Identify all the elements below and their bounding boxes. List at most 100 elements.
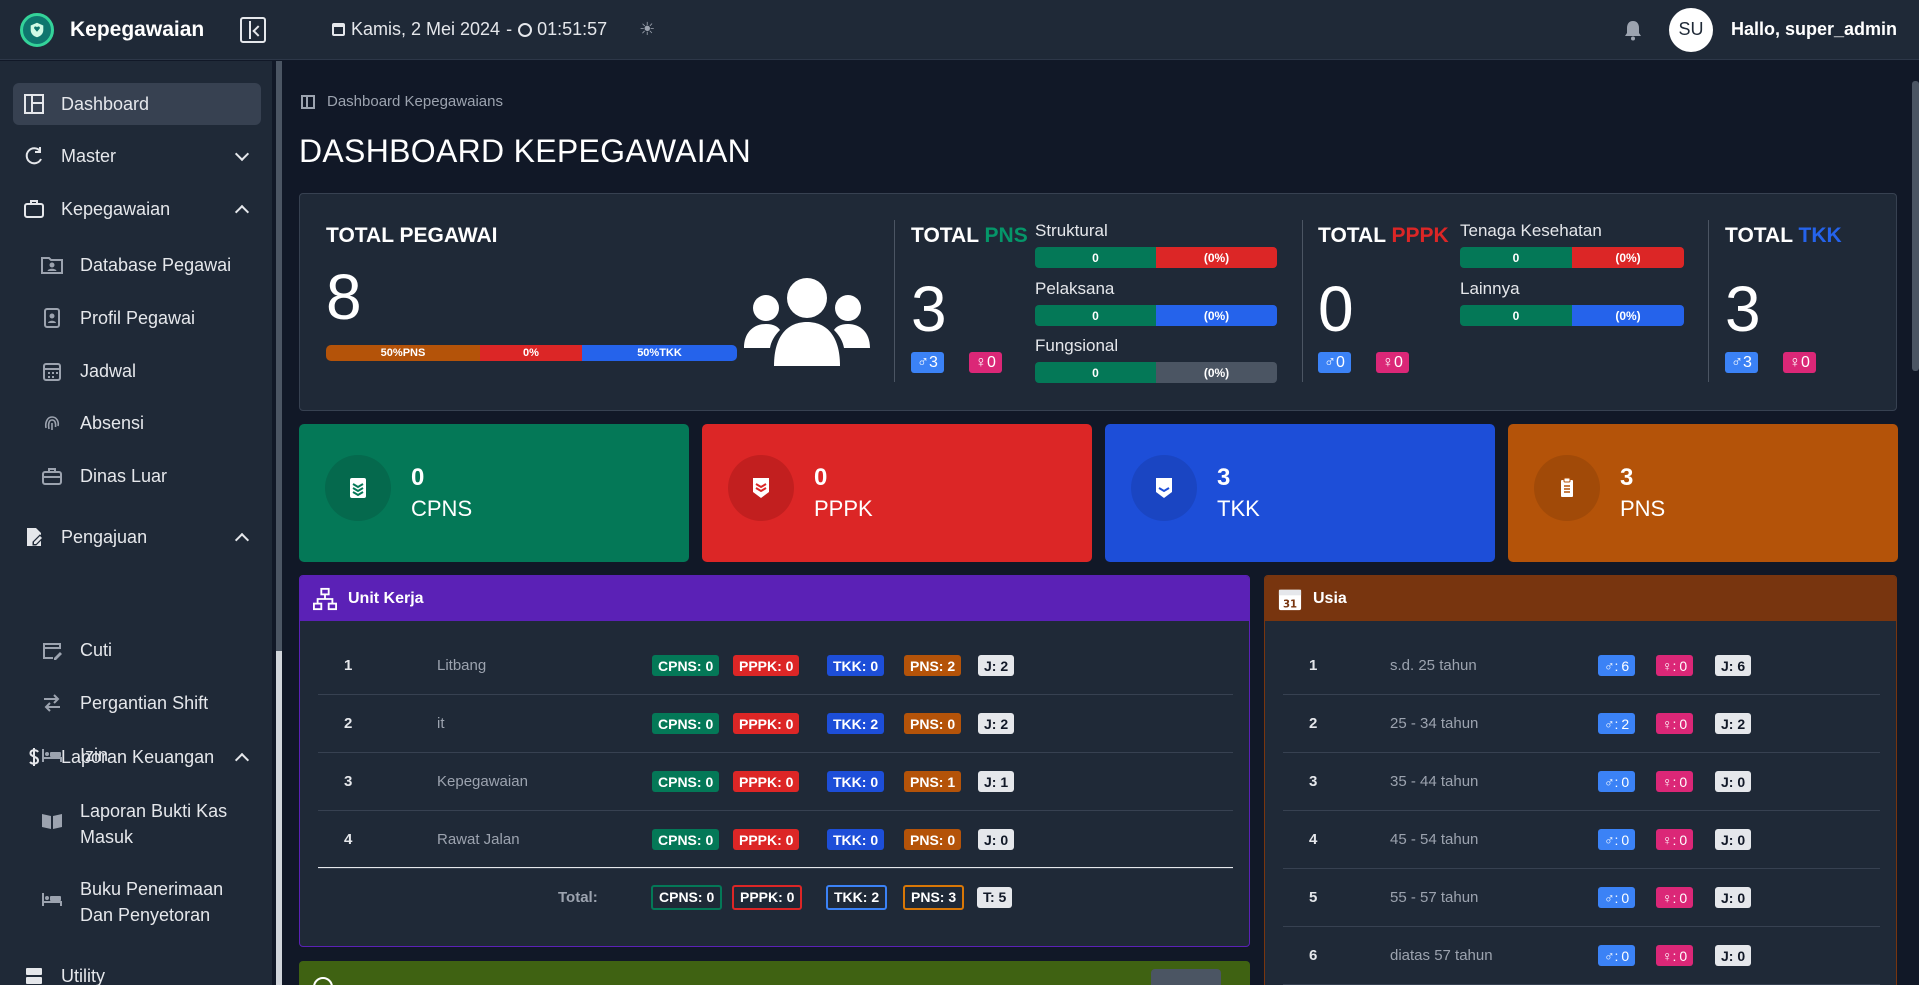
divider	[318, 867, 1233, 868]
bell-icon[interactable]	[1623, 19, 1643, 41]
total-t-badge: T: 5	[977, 886, 1013, 908]
pelaksana-bar: 0 (0%)	[1035, 305, 1277, 326]
tkk-badge: TKK: 2	[827, 713, 885, 734]
stat-label: PPPK	[814, 496, 873, 521]
sidebar-item-laporan-keuangan[interactable]: Laporan Keuangan	[13, 736, 261, 778]
table-row: 3 35 - 44 tahun ♂:0 ♀:0 J: 0	[1283, 753, 1880, 811]
sidebar-item-label: Kepegawaian	[61, 198, 171, 219]
total-pppk-value: 0	[1318, 273, 1354, 345]
j-badge: J: 2	[1715, 713, 1752, 734]
brand[interactable]: Kepegawaian	[0, 12, 230, 47]
male-count: 0	[1621, 889, 1630, 906]
total-cpns-badge: CPNS: 0	[651, 884, 723, 910]
lainnya-bar: 0 (0%)	[1460, 305, 1684, 326]
age-range: diatas 57 tahun	[1390, 947, 1493, 964]
sitemap-icon	[312, 586, 338, 612]
chevron-down-icon	[234, 146, 250, 162]
stat-value: 3	[1217, 464, 1231, 491]
table-row: 2 it CPNS: 0 PPPK: 0 TKK: 2 PNS: 0 J: 2	[318, 695, 1233, 753]
female-symbol: ♀	[1662, 889, 1673, 906]
total-tkk-title: TOTAL TKK	[1725, 224, 1842, 247]
summary-card: TOTAL PEGAWAI 8 50%PNS 0% 50%TKK TOTAL P…	[299, 193, 1897, 411]
row-number: 4	[344, 831, 353, 848]
refresh-icon	[23, 145, 45, 167]
sidebar-item-buku-penerimaan[interactable]: Buku Penerimaan Dan Penyetoran	[40, 876, 260, 928]
sidebar-item-dinas-luar[interactable]: Dinas Luar	[40, 463, 260, 489]
user-greeting[interactable]: Hallo, super_admin	[1731, 19, 1897, 40]
age-range: 25 - 34 tahun	[1390, 715, 1479, 732]
header-date: Kamis, 2 Mei 2024	[351, 19, 501, 39]
sidebar-item-cuti[interactable]: Cuti	[40, 637, 260, 663]
colon: :	[1672, 889, 1677, 906]
colon: :	[1672, 947, 1677, 964]
total-tkk-value: 3	[1725, 273, 1761, 345]
sidebar-item-absensi[interactable]: Absensi	[40, 410, 260, 436]
avatar[interactable]: SU	[1668, 7, 1713, 52]
unit-kerja-title: Unit Kerja	[348, 589, 424, 607]
stat-label: PNS	[1620, 496, 1666, 521]
sidebar-item-pengajuan[interactable]: Pengajuan	[13, 516, 261, 558]
age-range: 45 - 54 tahun	[1390, 831, 1479, 848]
page-scrollbar[interactable]	[1912, 61, 1919, 985]
chevron-up-icon	[234, 532, 250, 548]
pppk-male-badge: ♂ 0	[1318, 352, 1351, 373]
colon: :	[1614, 889, 1619, 906]
pelaksana-label: Pelaksana	[1035, 279, 1115, 298]
male-badge: ♂:6	[1598, 655, 1636, 676]
server-icon	[23, 965, 45, 985]
colon: :	[1672, 773, 1677, 790]
breadcrumb-item[interactable]: Dashboard Kepegawaians	[327, 93, 503, 110]
age-range: s.d. 25 tahun	[1390, 657, 1477, 674]
sidebar-collapse-icon[interactable]	[240, 16, 266, 43]
male-symbol: ♂	[1604, 715, 1615, 732]
female-count: 0	[1679, 889, 1688, 906]
age-range: 55 - 57 tahun	[1390, 889, 1479, 906]
male-badge: ♂:0	[1598, 829, 1636, 850]
panel-action-button[interactable]	[1151, 969, 1221, 985]
sidebar-item-label: Pergantian Shift	[80, 693, 209, 713]
arrows-exchange-icon	[40, 692, 64, 714]
sidebar-item-dashboard[interactable]: Dashboard	[13, 83, 261, 125]
sidebar-item-laporan-bukti-kas-masuk[interactable]: Laporan Bukti Kas Masuk	[40, 798, 260, 850]
stat-label: TKK	[1217, 496, 1260, 521]
label-line-1: Buku Penerimaan	[80, 879, 224, 899]
military-rank-icon	[1131, 455, 1197, 521]
struktural-bar: 0 (0%)	[1035, 247, 1277, 268]
cpns-badge: CPNS: 0	[652, 829, 720, 850]
sidebar-item-pergantian-shift[interactable]: Pergantian Shift	[40, 690, 260, 716]
tkk-badge: TKK: 0	[827, 829, 885, 850]
layout-icon	[301, 94, 315, 109]
stat-card-pns[interactable]: 3 PNS	[1508, 424, 1898, 562]
total-pegawai-title: TOTAL PEGAWAI	[326, 224, 498, 247]
sidebar-item-jadwal[interactable]: Jadwal	[40, 358, 260, 384]
female-count: 0	[1679, 831, 1688, 848]
j-badge: J: 2	[978, 713, 1015, 734]
sidebar-item-kepegawaian[interactable]: Kepegawaian	[13, 188, 261, 230]
colon: :	[1614, 773, 1619, 790]
stat-card-tkk[interactable]: 3 TKK	[1105, 424, 1495, 562]
progress-pns: 50%PNS	[326, 345, 480, 361]
sidebar-item-utility[interactable]: Utility	[13, 955, 261, 985]
folder-user-icon	[40, 254, 64, 276]
divider	[1708, 220, 1709, 382]
pppk-badge: PPPK: 0	[733, 829, 800, 850]
users-icon	[744, 278, 870, 366]
pns-male-badge: ♂ 3	[911, 352, 944, 373]
colon: :	[1614, 947, 1619, 964]
male-symbol: ♂	[1604, 947, 1615, 964]
sun-icon[interactable]: ☀	[637, 19, 657, 40]
unit-name: Litbang	[437, 657, 487, 674]
stat-card-pppk[interactable]: 0 PPPK	[702, 424, 1092, 562]
sidebar-item-profil-pegawai[interactable]: Profil Pegawai	[40, 305, 260, 331]
colon: :	[1614, 715, 1619, 732]
sidebar-item-label: Pengajuan	[61, 526, 148, 547]
sidebar-item-master[interactable]: Master	[13, 135, 261, 177]
tkk-male-badge: ♂ 3	[1725, 352, 1758, 373]
brand-name: Kepegawaian	[70, 17, 205, 41]
stat-card-cpns[interactable]: 0 CPNS	[299, 424, 689, 562]
female-symbol: ♀	[1662, 715, 1673, 732]
row-number: 1	[1309, 657, 1318, 674]
chevron-up-icon	[234, 204, 250, 220]
divider	[894, 220, 895, 382]
sidebar-item-database-pegawai[interactable]: Database Pegawai	[40, 252, 260, 278]
